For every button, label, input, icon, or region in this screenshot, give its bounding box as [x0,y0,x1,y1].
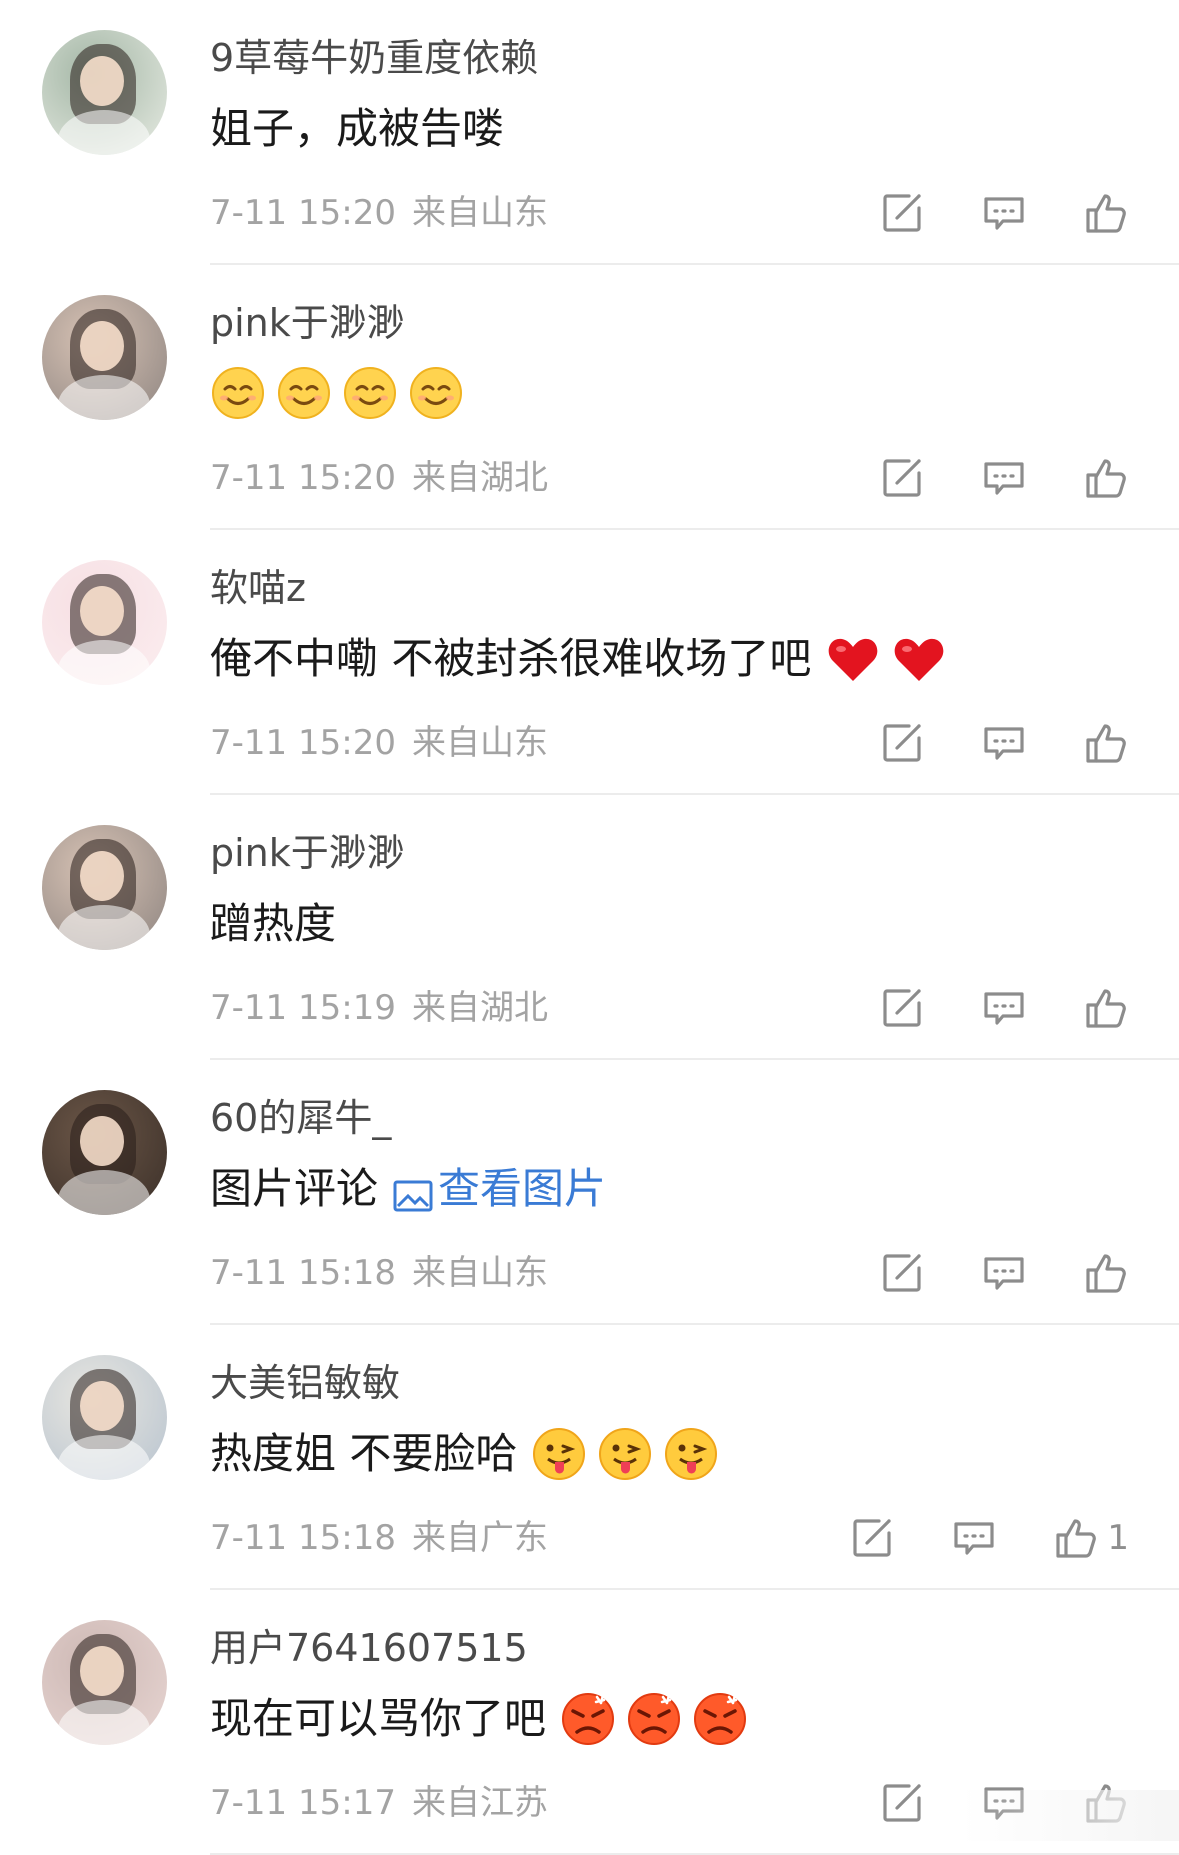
angry-emoji [560,1691,616,1747]
picture-icon [392,1171,434,1212]
smile-emoji [276,365,332,421]
username[interactable]: 9草莓牛奶重度依赖 [210,32,538,84]
timestamp: 7-11 15:20 [210,193,396,233]
comment-text [210,365,474,421]
comment-actions: 1 [793,1515,1129,1561]
heart-emoji [891,631,947,687]
tongue-emoji [663,1426,719,1482]
comment-item: 大美铝敏敏热度姐 不要脸哈 7-11 15:18 来自广东 1 [0,1325,1179,1590]
view-picture-label[interactable]: 查看图片 [438,1160,606,1218]
comment-meta: 7-11 15:20 来自山东 [210,188,548,238]
timestamp: 7-11 15:18 [210,1253,396,1293]
avatar[interactable] [42,560,167,685]
avatar[interactable] [42,1355,167,1480]
reply-icon[interactable] [951,1515,997,1561]
comment-body: 图片评论 [210,1164,379,1213]
reply-icon[interactable] [981,1250,1027,1296]
repost-icon[interactable] [879,190,925,236]
username[interactable]: 软喵z [210,562,306,614]
like-icon[interactable] [1083,985,1129,1031]
like-icon[interactable] [1083,1250,1129,1296]
like-icon[interactable] [1053,1515,1099,1561]
comment-text: 姐子，成被告喽 [210,100,518,158]
comment-list: 9草莓牛奶重度依赖 姐子，成被告喽 7-11 15:20 来自山东 pink于渺渺 7-1… [0,0,1179,1855]
comment-meta: 7-11 15:19 来自湖北 [210,983,548,1033]
comment-meta: 7-11 15:18 来自广东 [210,1513,548,1563]
comment-body: 俺不中嘞 不被封杀很难收场了吧 [210,634,812,683]
reply-icon[interactable] [981,985,1027,1031]
repost-icon[interactable] [879,985,925,1031]
comment-item: pink于渺渺 蹭热度 7-11 15:19 来自湖北 [0,795,1179,1060]
username[interactable]: pink于渺渺 [210,827,405,879]
comment-body: 热度姐 不要脸哈 [210,1429,518,1478]
repost-icon[interactable] [879,1780,925,1826]
tongue-emoji [531,1426,587,1482]
comment-actions [823,1250,1129,1296]
location: 来自山东 [411,193,548,233]
location: 来自江苏 [411,1783,548,1823]
comment-body: 现在可以骂你了吧 [210,1694,547,1743]
repost-icon[interactable] [879,720,925,766]
comment-body: 蹭热度 [210,899,337,948]
like-icon[interactable] [1083,190,1129,236]
comment-text: 图片评论 查看图片 [210,1160,606,1218]
location: 来自广东 [411,1518,548,1558]
comment-actions [823,720,1129,766]
comment-item: pink于渺渺 7-11 15:20 来自湖北 [0,265,1179,530]
timestamp: 7-11 15:17 [210,1783,396,1823]
smile-emoji [342,365,398,421]
bottom-overlay [960,1790,1179,1841]
comment-item: 60的犀牛_ 图片评论 查看图片 7-11 15:18 来自山东 [0,1060,1179,1325]
comment-text: 热度姐 不要脸哈 [210,1425,729,1483]
reply-icon[interactable] [981,720,1027,766]
comment-meta: 7-11 15:20 来自山东 [210,718,548,768]
like-icon[interactable] [1083,455,1129,501]
comment-text: 俺不中嘞 不被封杀很难收场了吧 [210,630,957,688]
avatar[interactable] [42,295,167,420]
location: 来自湖北 [411,458,548,498]
timestamp: 7-11 15:20 [210,458,396,498]
comment-actions [823,985,1129,1031]
like-count: 1 [1107,1518,1129,1558]
comment-meta: 7-11 15:18 来自山东 [210,1248,548,1298]
heart-emoji [825,631,881,687]
comment-actions [823,455,1129,501]
timestamp: 7-11 15:18 [210,1518,396,1558]
location: 来自山东 [411,1253,548,1293]
tongue-emoji [597,1426,653,1482]
avatar[interactable] [42,1620,167,1745]
avatar[interactable] [42,30,167,155]
angry-emoji [692,1691,748,1747]
repost-icon[interactable] [879,455,925,501]
reply-icon[interactable] [981,190,1027,236]
reply-icon[interactable] [981,455,1027,501]
comment-item: 软喵z 俺不中嘞 不被封杀很难收场了吧 7-11 15:20 来自山东 [0,530,1179,795]
location: 来自湖北 [411,988,548,1028]
location: 来自山东 [411,723,548,763]
comment-item: 9草莓牛奶重度依赖 姐子，成被告喽 7-11 15:20 来自山东 [0,0,1179,265]
comment-meta: 7-11 15:20 来自湖北 [210,453,548,503]
timestamp: 7-11 15:19 [210,988,396,1028]
username[interactable]: 用户7641607515 [210,1622,528,1674]
username[interactable]: 60的犀牛_ [210,1092,391,1144]
username[interactable]: pink于渺渺 [210,297,405,349]
comment-text: 蹭热度 [210,895,350,953]
comment-text: 现在可以骂你了吧 [210,1690,758,1748]
username[interactable]: 大美铝敏敏 [210,1357,400,1409]
angry-emoji [626,1691,682,1747]
avatar[interactable] [42,1090,167,1215]
smile-emoji [210,365,266,421]
like-icon[interactable] [1083,720,1129,766]
view-picture-link[interactable]: 查看图片 [392,1160,606,1218]
comment-body: 姐子，成被告喽 [210,104,505,153]
comment-actions [823,190,1129,236]
comment-meta: 7-11 15:17 来自江苏 [210,1778,548,1828]
repost-icon[interactable] [879,1250,925,1296]
timestamp: 7-11 15:20 [210,723,396,763]
smile-emoji [408,365,464,421]
avatar[interactable] [42,825,167,950]
repost-icon[interactable] [849,1515,895,1561]
